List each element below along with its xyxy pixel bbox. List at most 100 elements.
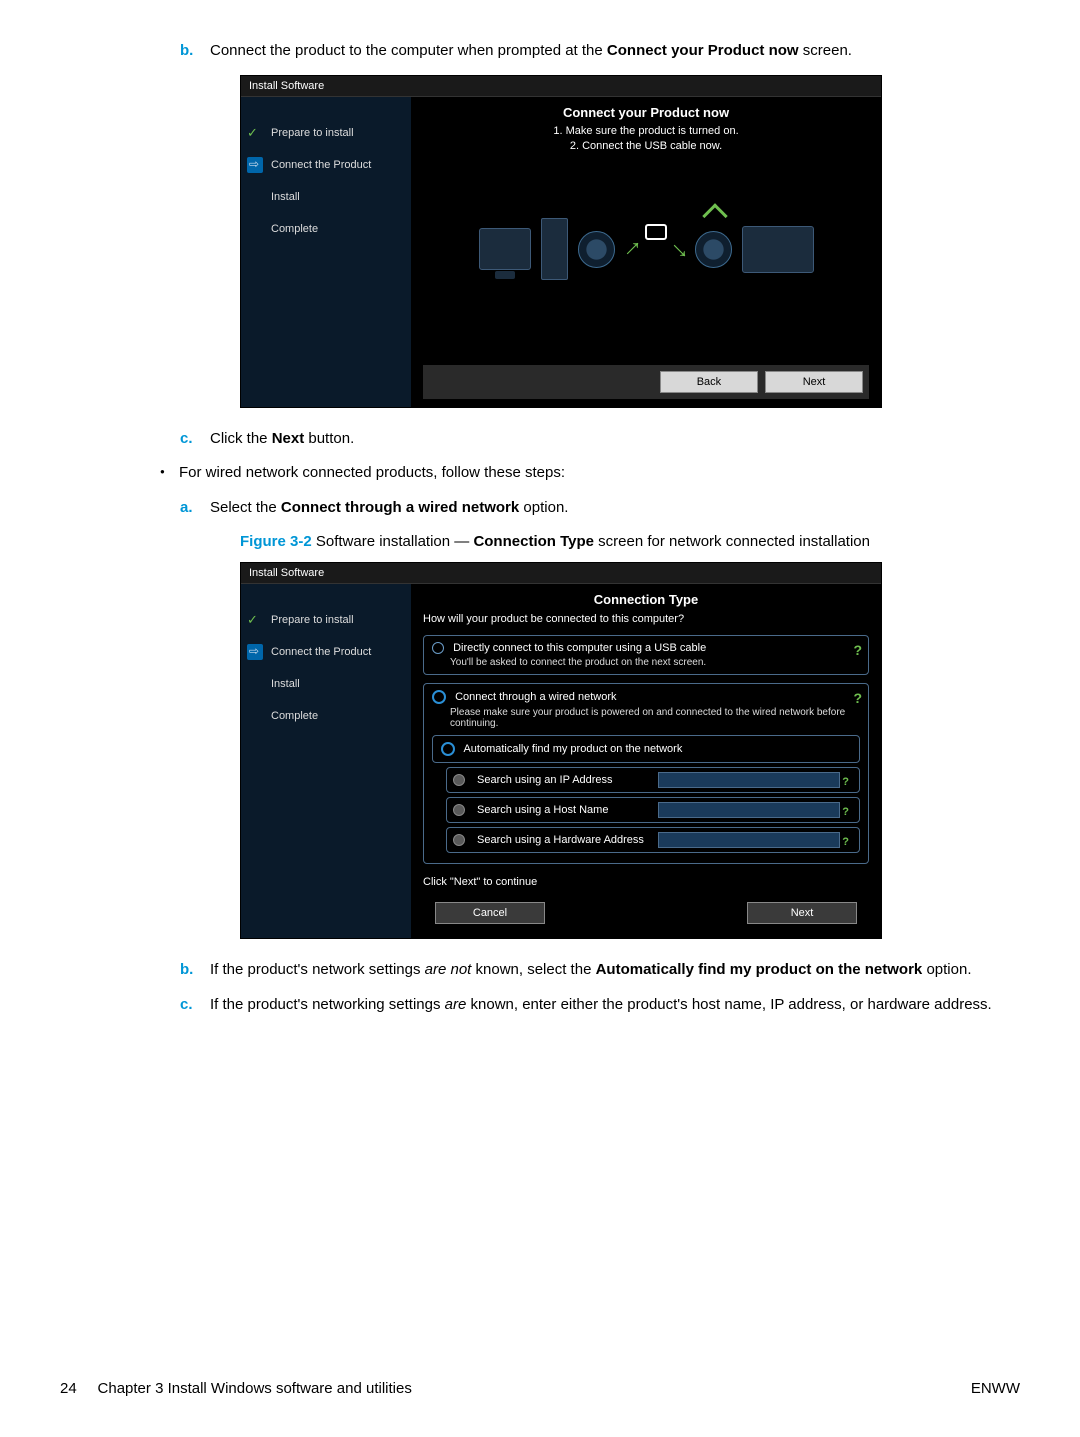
- step-b2-pre: If the product's network settings: [210, 961, 425, 978]
- step-c2: c. If the product's networking settings …: [210, 994, 1020, 1017]
- arrows-icon: ↓↓: [625, 229, 685, 269]
- step-b2-bold: Automatically find my product on the net…: [596, 961, 923, 978]
- step-letter-c: c.: [180, 428, 200, 451]
- page-footer: 24 Chapter 3 Install Windows software an…: [60, 1380, 1020, 1397]
- fig1-header: Install Software: [241, 76, 881, 97]
- fig1-main: Connect your Product now 1. Make sure th…: [411, 97, 881, 407]
- sidebar-label: Complete: [271, 710, 318, 722]
- footer-right: ENWW: [971, 1380, 1020, 1397]
- step-b2: b. If the product's network settings are…: [210, 959, 1020, 982]
- sidebar-label: Install: [271, 191, 300, 203]
- option-wired[interactable]: Connect through a wired network ? Please…: [423, 683, 869, 864]
- sidebar-label: Prepare to install: [271, 614, 354, 626]
- figcap-bold: Connection Type: [473, 533, 594, 550]
- fig2-title: Connection Type: [423, 592, 869, 607]
- fig2-footer: Cancel Next: [423, 896, 869, 930]
- check-icon: [247, 612, 263, 628]
- sidebar-item-install: Install: [241, 181, 411, 213]
- host-input[interactable]: [658, 802, 840, 818]
- step-b2-post: option.: [922, 961, 971, 978]
- fig1-sidebar: Prepare to install Connect the Product I…: [241, 97, 411, 407]
- help-icon[interactable]: ?: [842, 806, 849, 818]
- help-icon[interactable]: ?: [853, 642, 862, 658]
- disc-icon: [578, 231, 615, 268]
- radio-icon[interactable]: [432, 642, 444, 654]
- figcap-post: screen for network connected installatio…: [594, 533, 870, 550]
- radio-icon[interactable]: [453, 834, 465, 846]
- page-number: 24: [60, 1380, 77, 1397]
- help-icon[interactable]: ?: [842, 836, 849, 848]
- sidebar-item-connect: Connect the Product: [241, 636, 411, 668]
- fig2-sidebar: Prepare to install Connect the Product I…: [241, 584, 411, 938]
- ip-input[interactable]: [658, 772, 840, 788]
- step-c: c. Click the Next button.: [210, 428, 1020, 451]
- fig2-hint: Click "Next" to continue: [423, 876, 869, 888]
- document-page: b. Connect the product to the computer w…: [60, 40, 1020, 1397]
- fig1-footer: Back Next: [423, 365, 869, 399]
- radio-icon[interactable]: [453, 774, 465, 786]
- step-c-pre: Click the: [210, 430, 272, 447]
- step-c2-post: known, enter either the product's host n…: [466, 996, 991, 1013]
- step-c-bold: Next: [272, 430, 305, 447]
- step-b-bold: Connect your Product now: [607, 42, 799, 59]
- radio-selected-icon[interactable]: [432, 690, 446, 704]
- radio-selected-icon[interactable]: [441, 742, 455, 756]
- figcap-pre: Software installation —: [312, 533, 474, 550]
- fig2-subtitle: How will your product be connected to th…: [423, 613, 869, 625]
- sidebar-label: Connect the Product: [271, 646, 371, 658]
- sidebar-label: Prepare to install: [271, 127, 354, 139]
- monitor-icon: [479, 228, 531, 270]
- fig-label: Figure 3-2: [240, 533, 312, 550]
- search-host-row[interactable]: Search using a Host Name ?: [446, 797, 860, 823]
- step-a2-pre: Select the: [210, 499, 281, 516]
- hw-input[interactable]: [658, 832, 840, 848]
- help-icon[interactable]: ?: [853, 690, 862, 706]
- sidebar-item-prepare: Prepare to install: [241, 604, 411, 636]
- sidebar-label: Complete: [271, 223, 318, 235]
- sidebar-label: Install: [271, 678, 300, 690]
- step-letter-a: a.: [180, 497, 200, 520]
- step-c-post: button.: [304, 430, 354, 447]
- step-a2-bold: Connect through a wired network: [281, 499, 519, 516]
- search-ip-row[interactable]: Search using an IP Address ?: [446, 767, 860, 793]
- bullet-wired: For wired network connected products, fo…: [160, 462, 1020, 485]
- fig2-main: Connection Type How will your product be…: [411, 584, 881, 938]
- fig1-title: Connect your Product now: [423, 105, 869, 120]
- opt2-main: Connect through a wired network: [455, 691, 616, 703]
- plug-icon: [247, 644, 263, 660]
- opt1-main: Directly connect to this computer using …: [453, 642, 706, 654]
- opt2-sub: Please make sure your product is powered…: [450, 707, 860, 729]
- opt3-main: Automatically find my product on the net…: [463, 743, 682, 755]
- sidebar-item-install: Install: [241, 668, 411, 700]
- search-hw-label: Search using a Hardware Address: [477, 834, 652, 846]
- sidebar-item-prepare: Prepare to install: [241, 117, 411, 149]
- search-host-label: Search using a Host Name: [477, 804, 652, 816]
- opt1-sub: You'll be asked to connect the product o…: [450, 657, 860, 668]
- option-usb[interactable]: Directly connect to this computer using …: [423, 635, 869, 675]
- back-button[interactable]: Back: [660, 371, 758, 393]
- next-button[interactable]: Next: [765, 371, 863, 393]
- figure-2: Install Software Prepare to install Conn…: [240, 562, 882, 939]
- fig1-line1: 1. Make sure the product is turned on.: [423, 124, 869, 139]
- printer-icon: [742, 226, 814, 273]
- step-letter-b: b.: [180, 40, 200, 63]
- step-a2: a. Select the Connect through a wired ne…: [210, 497, 1020, 520]
- step-b2-mid: known, select the: [471, 961, 595, 978]
- step-b: b. Connect the product to the computer w…: [210, 40, 1020, 63]
- bullet-text: For wired network connected products, fo…: [179, 464, 565, 481]
- radio-icon[interactable]: [453, 804, 465, 816]
- option-auto-find[interactable]: Automatically find my product on the net…: [432, 735, 860, 763]
- search-hw-row[interactable]: Search using a Hardware Address ?: [446, 827, 860, 853]
- connect-illustration: ↓↓: [423, 164, 869, 334]
- tower-icon: [541, 218, 568, 280]
- step-c2-pre: If the product's networking settings: [210, 996, 445, 1013]
- step-b-text-post: screen.: [799, 42, 852, 59]
- sidebar-item-connect: Connect the Product: [241, 149, 411, 181]
- fig1-line2: 2. Connect the USB cable now.: [423, 139, 869, 154]
- step-a2-post: option.: [519, 499, 568, 516]
- figure-caption: Figure 3-2 Software installation — Conne…: [240, 531, 1020, 552]
- next-button[interactable]: Next: [747, 902, 857, 924]
- fig2-header: Install Software: [241, 563, 881, 584]
- help-icon[interactable]: ?: [842, 776, 849, 788]
- cancel-button[interactable]: Cancel: [435, 902, 545, 924]
